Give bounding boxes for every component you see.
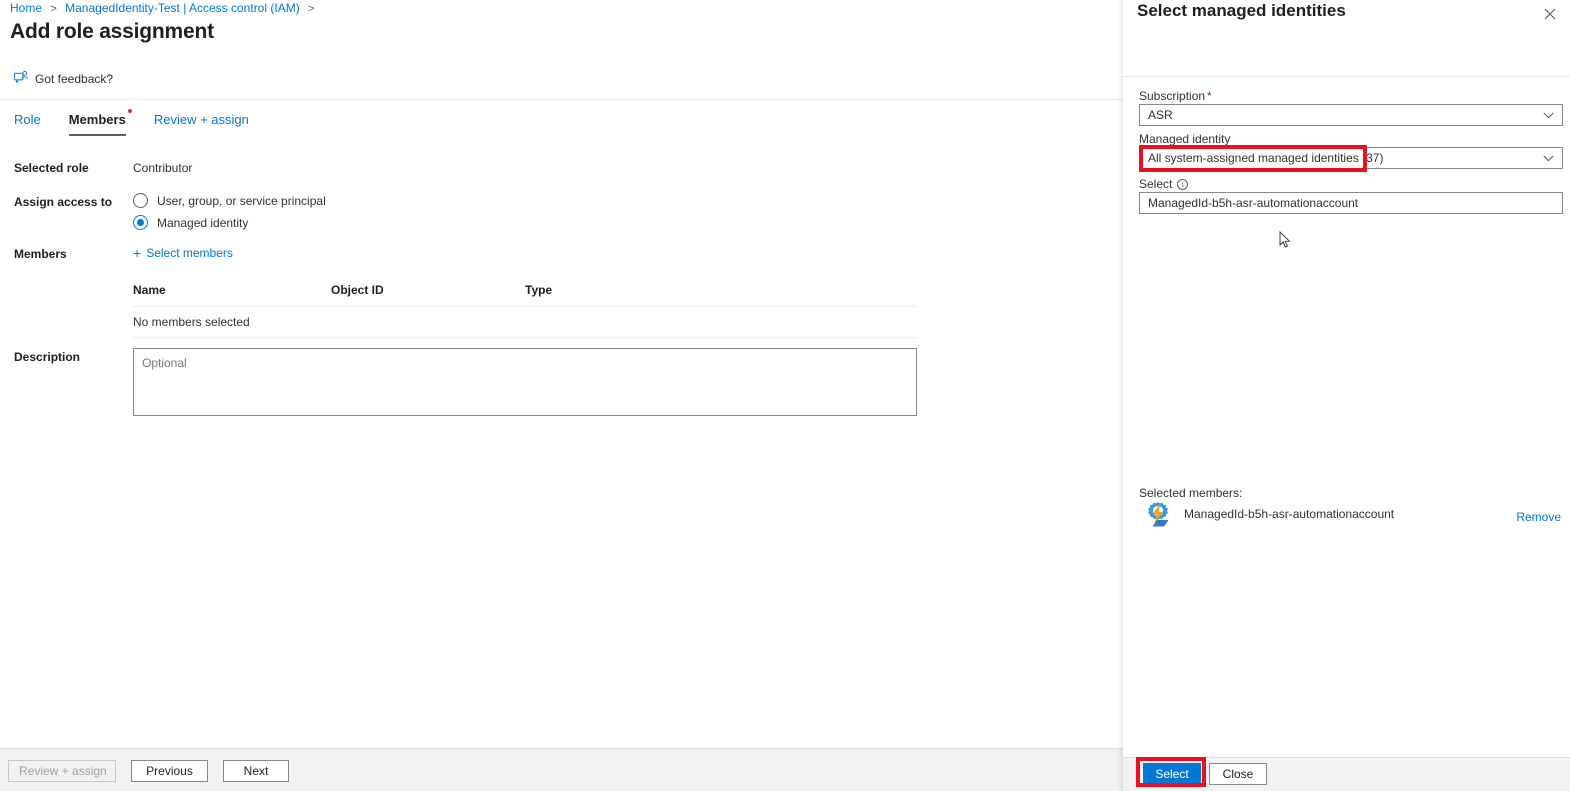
remove-member-link[interactable]: Remove — [1516, 510, 1561, 524]
selected-role-label: Selected role — [14, 161, 89, 175]
tab-role[interactable]: Role — [14, 112, 55, 136]
breadcrumb-item-home[interactable]: Home — [10, 1, 42, 15]
managed-identity-label: Managed identity — [1139, 132, 1231, 146]
radio-managed-identity-label: Managed identity — [157, 215, 249, 230]
breadcrumb-separator-trailing: > — [308, 3, 315, 15]
select-field-label: Select i — [1139, 177, 1189, 191]
plus-icon: + — [133, 245, 142, 261]
info-icon[interactable]: i — [1177, 178, 1189, 190]
blade-footer-bar: Review + assign Previous Next — [0, 748, 1123, 791]
assign-access-radio-group: User, group, or service principal Manage… — [133, 193, 326, 237]
select-members-link[interactable]: + Select members — [133, 246, 233, 260]
radio-user-group-label: User, group, or service principal — [157, 193, 326, 208]
required-dot-icon — [127, 109, 132, 113]
members-label: Members — [14, 247, 67, 261]
select-label-text: Select — [1139, 177, 1173, 191]
previous-button[interactable]: Previous — [131, 760, 208, 782]
tab-role-label: Role — [14, 112, 41, 127]
feedback-person-icon — [14, 71, 29, 87]
description-label: Description — [14, 350, 81, 364]
tab-review-assign[interactable]: Review + assign — [140, 112, 263, 136]
members-table-header: Name Object ID Type — [133, 283, 917, 307]
radio-managed-identity[interactable]: Managed identity — [133, 215, 326, 230]
got-feedback-label: Got feedback? — [35, 72, 114, 86]
managed-identity-gear-bolt-icon — [1144, 500, 1172, 528]
tab-list: Role Members Review + assign — [14, 109, 263, 136]
selected-member-list-item: ManagedId-b5h-asr-automationaccount Remo… — [1139, 498, 1563, 530]
select-search-value: ManagedId-b5h-asr-automationaccount — [1148, 196, 1359, 210]
subscription-label-text: Subscription — [1139, 89, 1206, 103]
required-asterisk: * — [1207, 89, 1212, 103]
managed-identity-dropdown[interactable]: All system-assigned managed identities (… — [1139, 147, 1563, 169]
next-button[interactable]: Next — [223, 760, 289, 782]
subscription-value: ASR — [1148, 108, 1173, 122]
panel-header-divider — [1123, 76, 1570, 77]
members-table-empty-row: No members selected — [133, 307, 917, 338]
panel-title: Select managed identities — [1137, 1, 1346, 20]
selected-member-name: ManagedId-b5h-asr-automationaccount — [1184, 507, 1395, 521]
managed-identity-value: All system-assigned managed identities (… — [1148, 151, 1384, 165]
chevron-down-icon — [1543, 155, 1554, 162]
breadcrumb-separator: > — [50, 3, 57, 15]
description-textarea[interactable] — [133, 348, 917, 416]
panel-close-button[interactable]: Close — [1209, 763, 1267, 785]
column-header-type: Type — [525, 283, 553, 297]
radio-user-group-service-principal[interactable]: User, group, or service principal — [133, 193, 326, 208]
members-table: Name Object ID Type No members selected — [133, 283, 917, 338]
breadcrumb-item-resource[interactable]: ManagedIdentity-Test | Access control (I… — [65, 1, 300, 15]
radio-unchecked-icon — [133, 193, 148, 208]
page-title: Add role assignment — [10, 20, 214, 43]
radio-checked-icon — [133, 215, 148, 230]
column-header-name: Name — [133, 283, 166, 297]
got-feedback-button[interactable]: Got feedback? — [14, 71, 113, 87]
panel-select-button[interactable]: Select — [1143, 763, 1201, 785]
column-header-object-id: Object ID — [331, 283, 384, 297]
chevron-down-icon — [1543, 112, 1554, 119]
selected-role-value: Contributor — [133, 161, 193, 175]
tab-review-assign-label: Review + assign — [153, 112, 249, 127]
add-role-assignment-blade: Home > ManagedIdentity-Test | Access con… — [0, 0, 1123, 791]
tab-members[interactable]: Members — [55, 109, 140, 136]
select-search-input[interactable]: ManagedId-b5h-asr-automationaccount — [1139, 192, 1563, 214]
header-divider — [0, 99, 1123, 100]
close-icon[interactable] — [1538, 2, 1562, 26]
tab-members-label: Members — [68, 112, 126, 127]
assign-access-to-label: Assign access to — [14, 195, 113, 209]
breadcrumb: Home > ManagedIdentity-Test | Access con… — [10, 1, 319, 15]
page-more-options-button[interactable]: ··· — [196, 27, 213, 43]
azure-portal-screen: Home > ManagedIdentity-Test | Access con… — [0, 0, 1570, 791]
members-table-empty-message: No members selected — [133, 315, 250, 329]
subscription-label: Subscription * — [1139, 89, 1212, 103]
subscription-dropdown[interactable]: ASR — [1139, 104, 1563, 126]
review-and-assign-button[interactable]: Review + assign — [8, 760, 116, 782]
select-members-label: Select members — [146, 246, 233, 260]
